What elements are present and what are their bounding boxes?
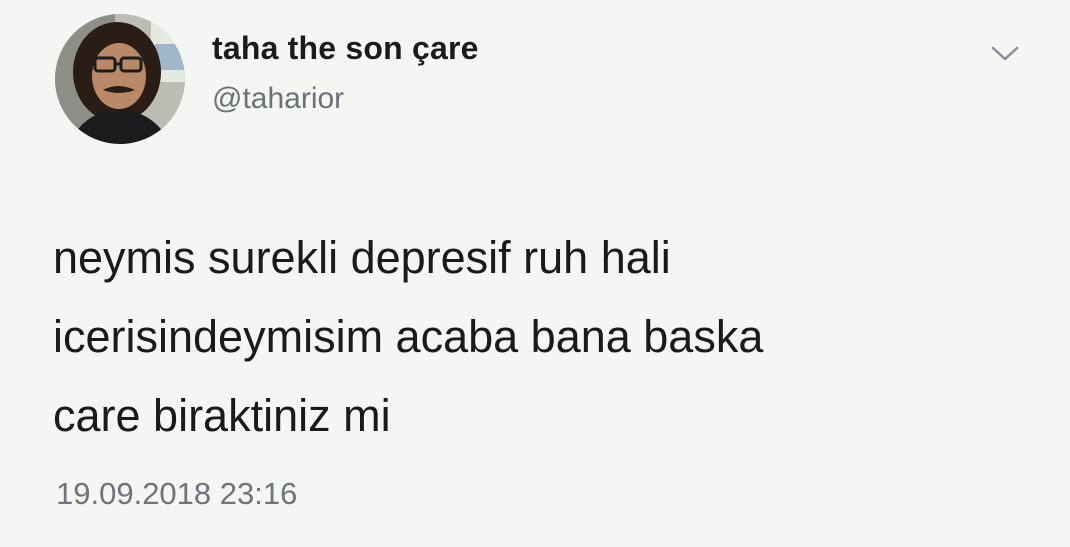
tweet-text: neymis surekli depresif ruh hali icerisi… (53, 218, 1013, 455)
chevron-down-icon[interactable] (985, 38, 1025, 68)
tweet-timestamp[interactable]: 19.09.2018 23:16 (56, 476, 297, 512)
tweet-card: taha the son çare @taharior neymis surek… (0, 0, 1070, 547)
author-handle[interactable]: @taharior (212, 82, 344, 116)
avatar-photo-icon (55, 14, 185, 144)
tweet-text-line: neymis surekli depresif ruh hali (53, 232, 671, 283)
tweet-text-line: care biraktiniz mi (53, 390, 391, 441)
author-avatar[interactable] (55, 14, 185, 144)
author-display-name[interactable]: taha the son çare (212, 30, 479, 67)
tweet-text-line: icerisindeymisim acaba bana baska (53, 311, 764, 362)
